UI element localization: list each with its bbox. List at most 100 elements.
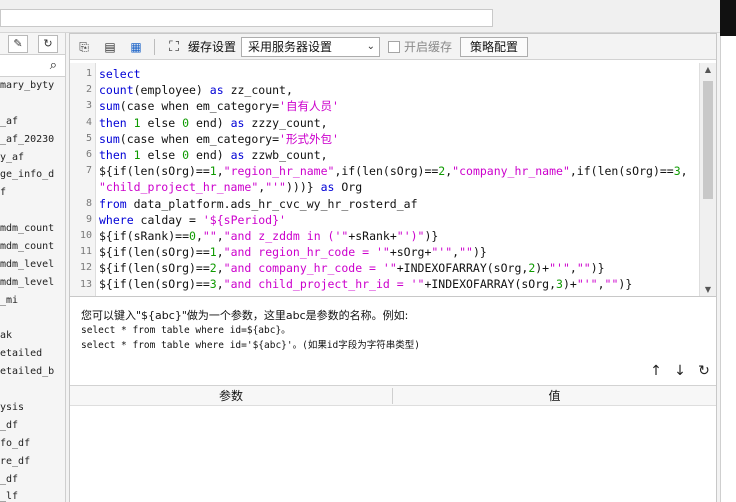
cache-mode-value: 采用服务器设置 bbox=[248, 40, 333, 54]
left-toolbar: ✎ ↻ bbox=[0, 33, 65, 55]
code-token: +INDEXOFARRAY(sOrg, bbox=[424, 277, 557, 292]
tree-item[interactable]: f bbox=[0, 184, 65, 202]
arrow-up-icon[interactable]: ↑ bbox=[648, 362, 664, 380]
tree-item[interactable]: mdm_level bbox=[0, 274, 65, 292]
code-line: "child_project_hr_name","'")))} as Org bbox=[99, 179, 697, 195]
sql-code[interactable]: select count(employee) as zz_count, sum(ca… bbox=[99, 66, 697, 293]
line-number: 9 bbox=[85, 213, 92, 225]
code-token: 2 bbox=[209, 261, 217, 276]
scroll-up-icon[interactable]: ▲ bbox=[700, 63, 716, 77]
code-token: "and child_project_hr_id = '" bbox=[223, 277, 425, 292]
line-number: 11 bbox=[79, 246, 92, 258]
line-number: 13 bbox=[79, 278, 92, 290]
refresh-icon[interactable]: ↻ bbox=[38, 35, 58, 53]
code-token: 3 bbox=[556, 277, 563, 292]
code-token: ${if(sRank)== bbox=[99, 228, 190, 243]
code-line: ${if(len(sOrg)==1,"region_hr_name",if(le… bbox=[99, 163, 697, 179]
param-actions: ↑ ↓ ↻ bbox=[648, 362, 716, 380]
cache-mode-select[interactable]: 采用服务器设置 ⌄ bbox=[241, 37, 380, 57]
tree-item[interactable]: mdm_count bbox=[0, 220, 65, 238]
code-token: "and company_hr_code = '" bbox=[223, 261, 397, 276]
enable-cache-label: 开启缓存 bbox=[404, 40, 453, 54]
code-token: 3 bbox=[209, 277, 217, 292]
code-token: )} bbox=[590, 261, 605, 276]
chevron-down-icon: ⌄ bbox=[366, 41, 375, 52]
code-token: 1 bbox=[209, 245, 217, 260]
tree-item[interactable]: _af_20230 bbox=[0, 131, 65, 149]
code-token: )} bbox=[618, 277, 633, 292]
code-token: , bbox=[216, 228, 224, 243]
code-token: as bbox=[209, 83, 224, 98]
tree-item[interactable]: re_df bbox=[0, 453, 65, 471]
refresh-params-icon[interactable]: ↻ bbox=[696, 362, 712, 380]
preview-icon[interactable]: ⎘ bbox=[76, 39, 92, 55]
sql-code-editor[interactable]: 1234567891011121314 selectcount(employee… bbox=[70, 63, 716, 297]
search-icon[interactable]: ⌕ bbox=[50, 58, 57, 73]
hint-text: 您可以键入"${abc}"做为一个参数，这里abc是参数的名称。例如: bbox=[81, 309, 409, 322]
code-token: '${sPeriod}' bbox=[202, 212, 286, 227]
tree-item[interactable]: _df bbox=[0, 471, 65, 489]
edit-icon[interactable]: ✎ bbox=[8, 35, 28, 53]
code-token: "and region_hr_code = '" bbox=[223, 245, 390, 260]
code-token: "'" bbox=[576, 277, 598, 292]
code-token: ,if(len(sOrg)== bbox=[569, 164, 674, 179]
code-token: )} bbox=[424, 228, 439, 243]
editor-vertical-scrollbar[interactable]: ▲ ▼ bbox=[699, 63, 716, 296]
strategy-config-button[interactable]: 策略配置 bbox=[460, 37, 528, 57]
code-token: )} bbox=[472, 245, 487, 260]
scroll-down-icon[interactable]: ▼ bbox=[700, 283, 716, 296]
code-token: (employee) bbox=[133, 83, 210, 98]
app-window: ✎ ↻ ⌕ mary_byty _af _af_20230 y_af ge_info_d… bbox=[0, 0, 736, 502]
column-header-value[interactable]: 值 bbox=[393, 386, 716, 406]
tree-search[interactable]: ⌕ bbox=[0, 55, 65, 77]
tree-item[interactable]: ge_info_d bbox=[0, 166, 65, 184]
code-token: end) bbox=[189, 147, 231, 162]
code-line: then 1 else 0 end) as zzwb_count, bbox=[99, 147, 697, 163]
line-number: 5 bbox=[85, 132, 92, 144]
code-token: , bbox=[680, 164, 688, 179]
tree-item[interactable]: mary_byty bbox=[0, 77, 65, 95]
tree-item[interactable] bbox=[0, 95, 65, 113]
enable-cache-checkbox[interactable] bbox=[388, 41, 400, 53]
code-line: from data_platform.ads_hr_cvc_wy_hr_rost… bbox=[99, 196, 697, 212]
tree-item[interactable]: ak bbox=[0, 327, 65, 345]
code-line: then 1 else 0 end) as zzzy_count, bbox=[99, 115, 697, 131]
tree-item[interactable] bbox=[0, 381, 65, 399]
sql-icon[interactable]: ▤ bbox=[102, 39, 118, 55]
code-token: "" bbox=[604, 277, 619, 292]
tree-item[interactable]: etailed_b bbox=[0, 363, 65, 381]
code-token: +INDEXOFARRAY(sOrg, bbox=[396, 261, 529, 276]
code-token: , bbox=[216, 245, 224, 260]
code-line: sum(case when em_category='自有人员' bbox=[99, 98, 697, 114]
right-edge-panel bbox=[720, 36, 736, 502]
tree-item[interactable]: _af bbox=[0, 113, 65, 131]
code-token: zz_count, bbox=[223, 83, 293, 98]
tree-item[interactable] bbox=[0, 310, 65, 328]
fullscreen-icon[interactable]: ⛶ bbox=[166, 39, 182, 55]
tree-item[interactable]: mdm_count bbox=[0, 238, 65, 256]
tree-item[interactable]: _df bbox=[0, 417, 65, 435]
tree-item[interactable]: _lf bbox=[0, 488, 65, 502]
scrollbar-thumb[interactable] bbox=[703, 81, 713, 199]
code-token: +sOrg+ bbox=[389, 245, 432, 260]
code-token: sum bbox=[99, 131, 120, 146]
tree-item[interactable] bbox=[0, 202, 65, 220]
table-icon[interactable]: ▦ bbox=[128, 39, 144, 55]
tree-item[interactable]: y_af bbox=[0, 149, 65, 167]
code-token: select bbox=[99, 67, 141, 81]
code-token: as bbox=[230, 115, 245, 130]
column-header-param[interactable]: 参数 bbox=[70, 386, 392, 406]
code-token: Org bbox=[334, 180, 363, 195]
code-token: "'" bbox=[265, 180, 286, 195]
arrow-down-icon[interactable]: ↓ bbox=[672, 362, 688, 380]
tree-item[interactable]: etailed bbox=[0, 345, 65, 363]
tree-item[interactable]: mdm_level bbox=[0, 256, 65, 274]
code-token: from bbox=[99, 196, 127, 211]
address-field[interactable] bbox=[0, 9, 493, 27]
code-token: then bbox=[99, 147, 127, 162]
tree-item[interactable]: _mi bbox=[0, 292, 65, 310]
tree-item[interactable]: ysis bbox=[0, 399, 65, 417]
code-token: 0 bbox=[189, 228, 196, 243]
tree-item[interactable]: fo_df bbox=[0, 435, 65, 453]
